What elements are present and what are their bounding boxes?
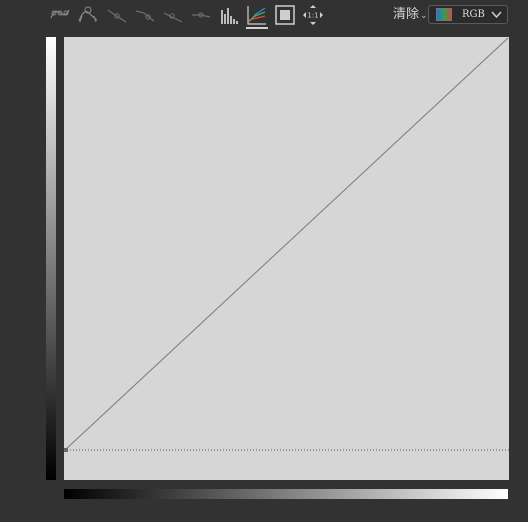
curve-canvas[interactable] [64,37,509,480]
channel-overlays-icon[interactable] [246,4,268,29]
actual-size-icon[interactable]: 1:1 [302,4,324,26]
clear-dropdown-caret-icon: ⌄ [420,11,428,21]
move-points-icon[interactable] [134,4,156,26]
edit-curve-points-icon[interactable] [49,4,71,26]
add-point-icon[interactable] [162,4,184,26]
delete-point-icon[interactable] [190,4,212,26]
fit-to-window-icon[interactable] [274,4,296,26]
draw-curve-pencil-icon[interactable] [77,4,99,26]
rgb-channel-swatch-icon [436,8,452,21]
tone-curve-line[interactable] [64,37,509,451]
curve-point-black[interactable] [64,448,68,452]
clear-button-label: 清除 [393,7,420,22]
curve-graph[interactable] [64,37,509,480]
input-gradient-bar [64,489,508,499]
actual-size-label: 1:1 [307,12,318,20]
clear-button[interactable]: 清除⌄ [393,6,428,24]
output-gradient-bar [46,37,56,480]
channel-select[interactable]: RGB [428,5,508,24]
curves-toolbar: 1:1 清除⌄ RGB [0,0,528,32]
smooth-curve-icon[interactable] [106,4,128,26]
channel-select-value: RGB [462,9,485,20]
histogram-icon[interactable] [218,4,240,26]
chevron-down-icon [491,11,502,19]
